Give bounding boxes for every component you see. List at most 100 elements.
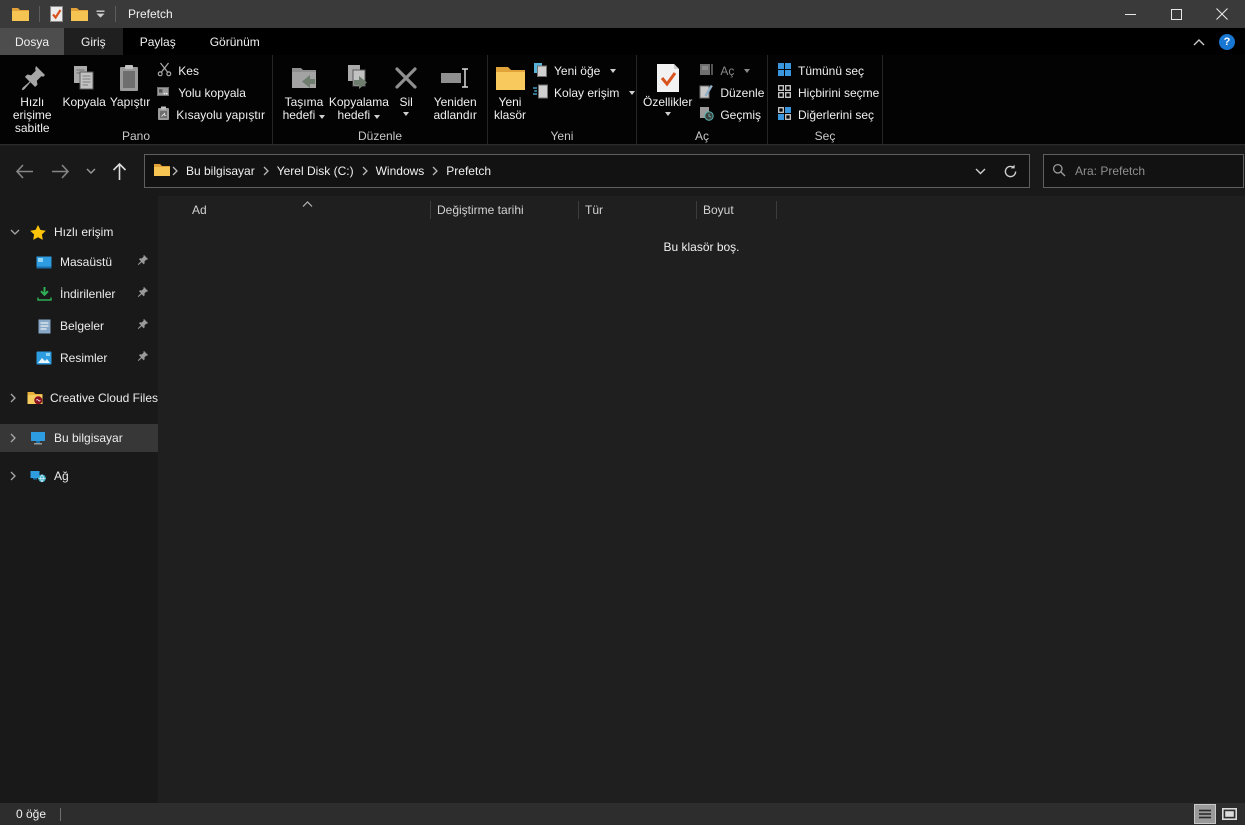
column-separator[interactable] (776, 201, 777, 219)
copy-icon (70, 60, 98, 96)
up-button[interactable] (104, 155, 134, 187)
select-none-button[interactable]: Hiçbirini seçme (772, 82, 884, 104)
history-label: Geçmiş (720, 108, 762, 122)
statusbar-separator (60, 807, 62, 821)
column-header-name[interactable]: Ad (192, 203, 207, 217)
large-icons-view-button[interactable] (1219, 805, 1239, 823)
invert-selection-icon (777, 106, 792, 124)
breadcrumb-item-prefetch[interactable]: Prefetch (440, 164, 497, 178)
help-icon[interactable]: ? (1219, 33, 1235, 50)
scissors-icon (157, 62, 172, 80)
sidebar-item-pictures[interactable]: Resimler (0, 342, 158, 374)
address-dropdown-button[interactable] (965, 155, 995, 187)
breadcrumb-item-this-pc[interactable]: Bu bilgisayar (180, 164, 261, 178)
address-bar[interactable]: Bu bilgisayar Yerel Disk (C:) Windows Pr… (144, 154, 1030, 188)
sidebar-item-downloads[interactable]: İndirilenler (0, 278, 158, 310)
chevron-right-icon[interactable] (10, 393, 22, 403)
history-button[interactable]: Geçmiş (694, 104, 769, 126)
group-label-organize: Düzenle (357, 129, 403, 143)
column-separator[interactable] (696, 201, 697, 219)
group-label-new: Yeni (550, 129, 574, 143)
download-icon (34, 286, 54, 302)
recent-locations-button[interactable] (78, 155, 104, 187)
new-item-button[interactable]: Yeni öğe (528, 60, 640, 82)
qat-customize-button[interactable] (92, 2, 109, 26)
paste-icon (117, 60, 143, 96)
column-separator[interactable] (430, 201, 431, 219)
chevron-right-icon[interactable] (10, 471, 24, 481)
sidebar-item-quick-access[interactable]: Hızlı erişim (0, 218, 158, 246)
copy-to-icon (345, 60, 373, 96)
tab-giris[interactable]: Giriş (64, 28, 123, 55)
sidebar-item-creative-cloud[interactable]: Creative Cloud Files (0, 384, 158, 412)
sidebar-item-this-pc[interactable]: Bu bilgisayar (0, 424, 158, 452)
search-box[interactable] (1043, 154, 1244, 188)
qat-properties-button[interactable] (46, 2, 67, 26)
refresh-button[interactable] (995, 155, 1025, 187)
column-header-type[interactable]: Tür (585, 203, 603, 217)
copy-path-label: Yolu kopyala (178, 86, 246, 100)
tab-gorunum[interactable]: Görünüm (193, 28, 277, 55)
properties-label: Özellikler (643, 95, 693, 109)
pin-to-quick-access-button[interactable]: Hızlı erişime sabitle (4, 57, 60, 137)
ribbon-group-open: Özellikler Aç Düzenle Geçmiş Aç (637, 55, 768, 144)
forward-button[interactable] (42, 155, 78, 187)
copy-button[interactable]: Kopyala (60, 57, 107, 111)
close-button[interactable] (1199, 0, 1245, 28)
open-button[interactable]: Aç (694, 60, 769, 82)
column-headers: Ad Değiştirme tarihi Tür Boyut (158, 196, 1245, 224)
chevron-right-icon[interactable] (10, 433, 24, 443)
back-button[interactable] (6, 155, 42, 187)
delete-label: Sil (399, 95, 413, 109)
column-header-date-modified[interactable]: Değiştirme tarihi (437, 203, 524, 217)
move-to-button[interactable]: Taşıma hedefi (277, 57, 331, 124)
ribbon-group-select: Tümünü seç Hiçbirini seçme Diğerlerini s… (768, 55, 883, 144)
tab-dosya[interactable]: Dosya (0, 28, 65, 55)
delete-button[interactable]: Sil (387, 57, 426, 118)
edit-icon (699, 84, 714, 102)
open-icon (699, 63, 714, 79)
paste-shortcut-button[interactable]: Kısayolu yapıştır (152, 104, 270, 126)
properties-button[interactable]: Özellikler (641, 57, 694, 118)
chevron-down-icon[interactable] (10, 229, 24, 235)
collapse-ribbon-icon[interactable] (1193, 35, 1205, 49)
tab-paylas[interactable]: Paylaş (123, 28, 193, 55)
easy-access-icon (533, 84, 549, 102)
breadcrumb-item-local-disk[interactable]: Yerel Disk (C:) (271, 164, 360, 178)
column-separator[interactable] (578, 201, 579, 219)
cut-button[interactable]: Kes (152, 60, 270, 82)
edit-button[interactable]: Düzenle (694, 82, 769, 104)
address-folder-icon (154, 163, 170, 179)
paste-shortcut-label: Kısayolu yapıştır (176, 108, 265, 122)
ribbon: Hızlı erişime sabitle Kopyala Yapıştır K… (0, 55, 1245, 145)
sidebar-item-documents[interactable]: Belgeler (0, 310, 158, 342)
copy-to-button[interactable]: Kopyalama hedefi (328, 57, 389, 124)
easy-access-button[interactable]: Kolay erişim (528, 82, 640, 104)
paste-button[interactable]: Yapıştır (108, 57, 152, 111)
copy-path-button[interactable]: Yolu kopyala (152, 82, 270, 104)
rename-label: Yeniden adlandır (433, 95, 477, 122)
column-header-size[interactable]: Boyut (703, 203, 734, 217)
breadcrumb-item-windows[interactable]: Windows (370, 164, 431, 178)
minimize-button[interactable] (1107, 0, 1153, 28)
pin-icon (137, 319, 148, 333)
move-to-icon (290, 60, 318, 96)
sidebar-item-network[interactable]: Ağ (0, 462, 158, 490)
document-icon (34, 319, 54, 334)
titlebar-separator (115, 6, 116, 22)
qat-new-folder-button[interactable] (67, 2, 92, 26)
group-label-clipboard: Pano (121, 129, 151, 143)
details-view-button[interactable] (1194, 804, 1216, 824)
sidebar-label: Bu bilgisayar (54, 431, 123, 445)
maximize-button[interactable] (1153, 0, 1199, 28)
search-input[interactable] (1075, 164, 1235, 178)
dropdown-caret (403, 112, 410, 116)
pushpin-icon (19, 60, 46, 96)
select-all-button[interactable]: Tümünü seç (772, 60, 884, 82)
sidebar-item-desktop[interactable]: Masaüstü (0, 246, 158, 278)
empty-folder-message: Bu klasör boş. (663, 240, 740, 254)
copy-to-label: Kopyalama hedefi (328, 95, 389, 122)
invert-selection-button[interactable]: Diğerlerini seç (772, 104, 884, 126)
rename-button[interactable]: Yeniden adlandır (425, 57, 485, 124)
new-folder-button[interactable]: Yeni klasör (492, 57, 528, 124)
